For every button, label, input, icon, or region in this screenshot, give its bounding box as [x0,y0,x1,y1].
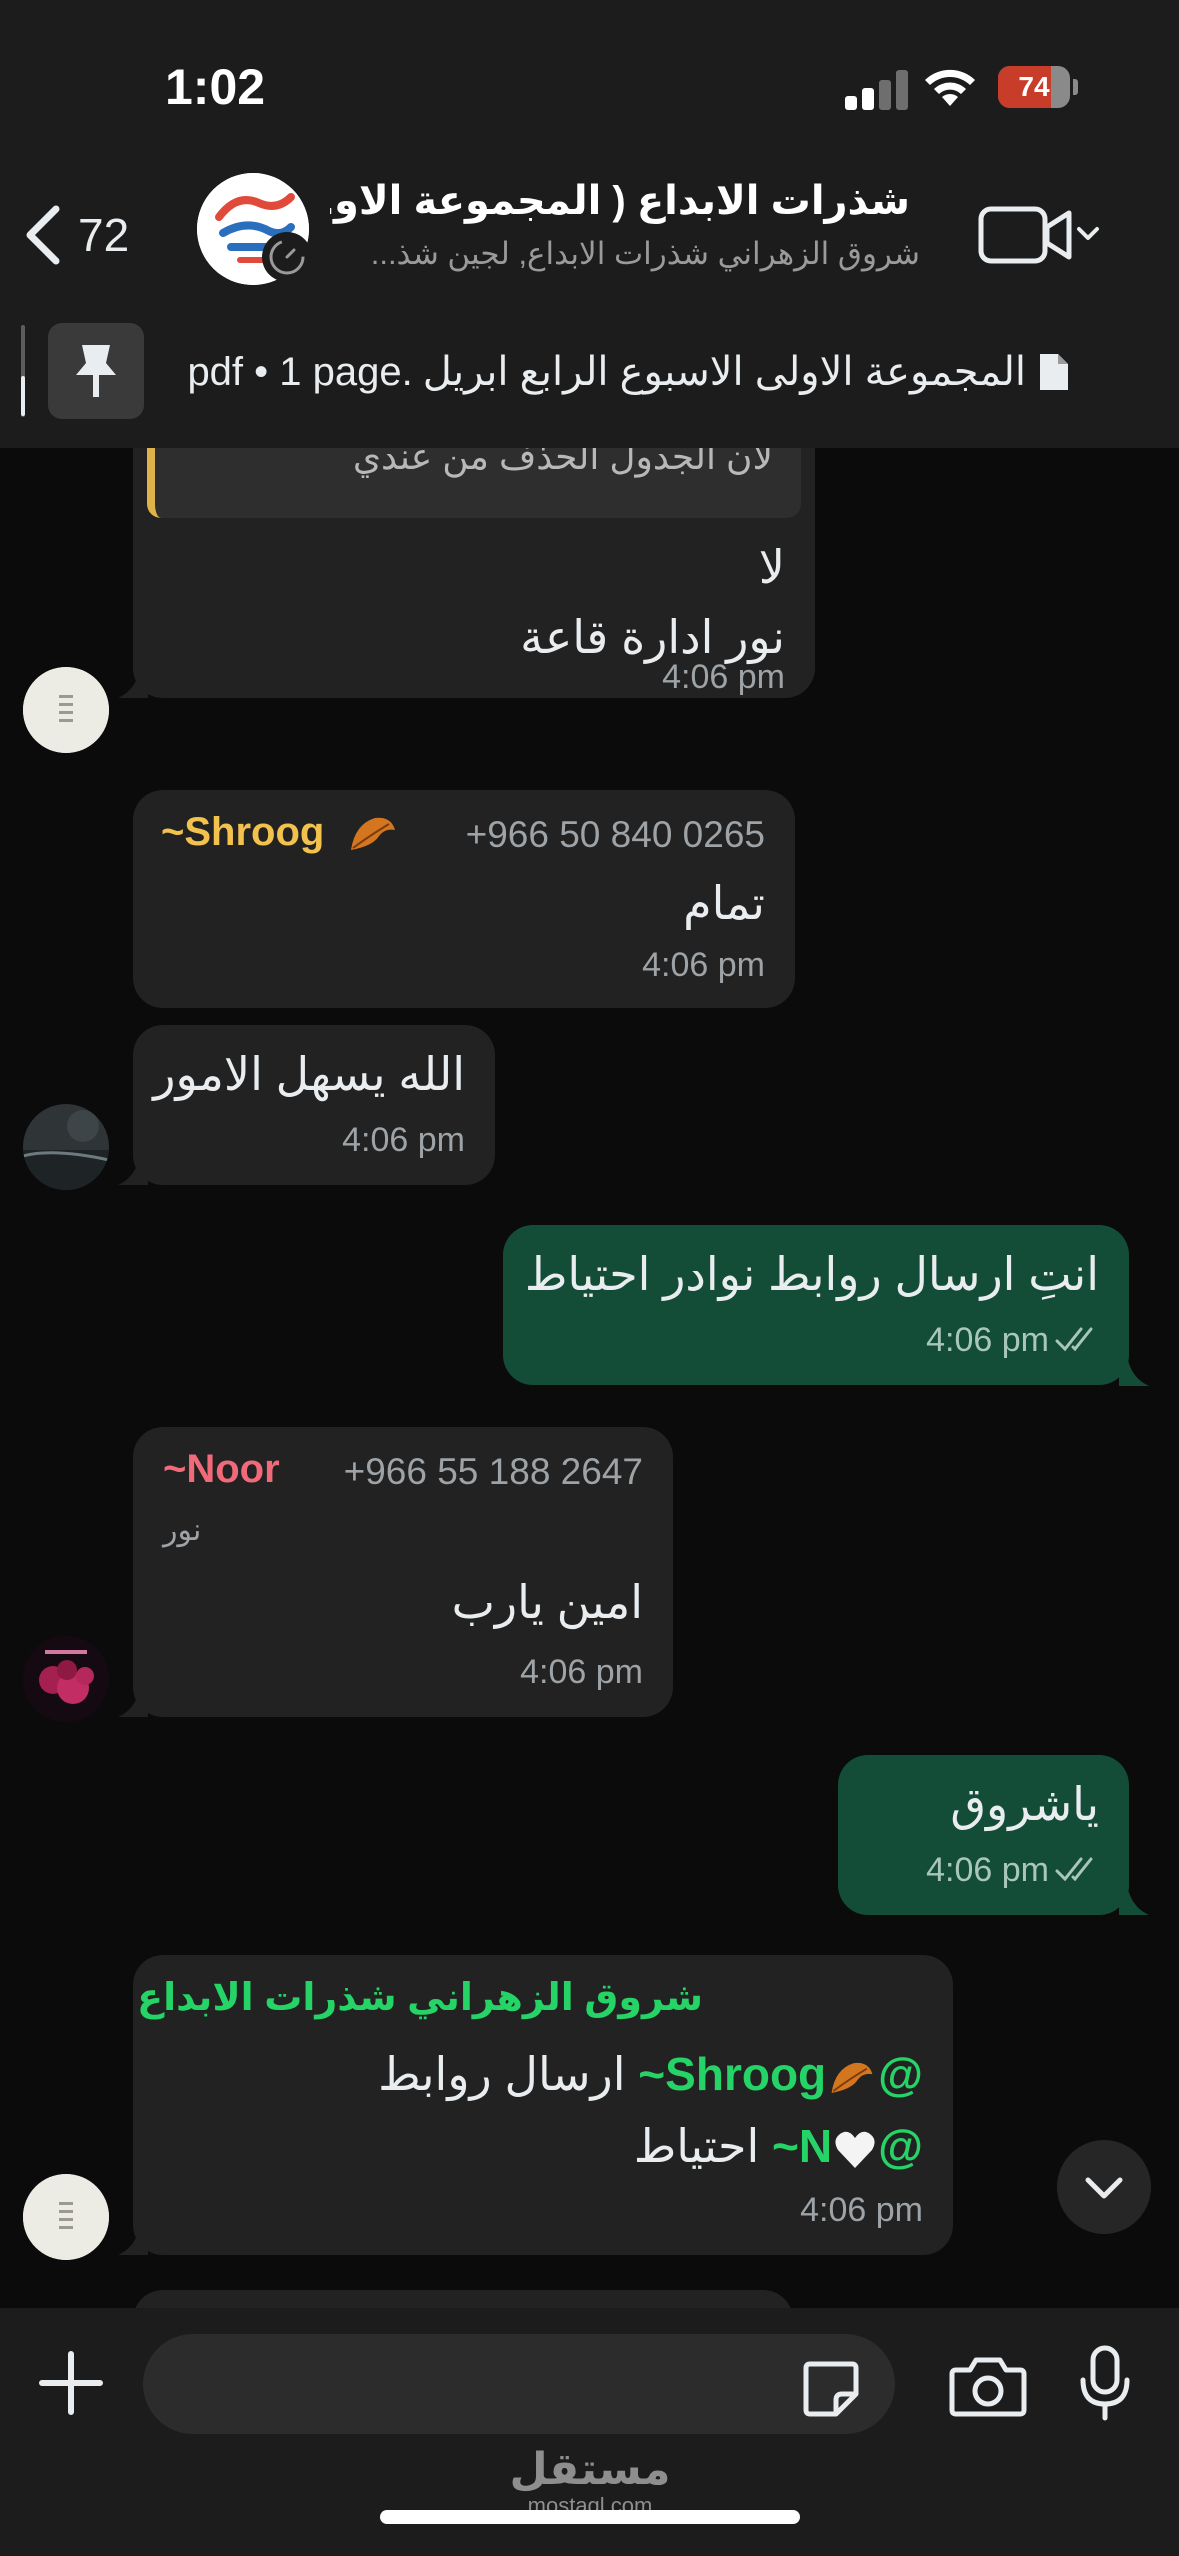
message-text: تمام [683,877,765,929]
watermark-arabic: مستقل [509,2445,671,2494]
chat-header: 72 شذرات الابداع ( المجموعة الاو... شروق… [0,170,1179,300]
document-icon [1040,354,1068,390]
message-time: 4:06 pm [342,1121,465,1159]
message-time: 4:06 pm [662,658,785,696]
avatar[interactable] [23,667,109,753]
message-text: احتياط [633,2120,760,2172]
read-receipt-icon [1055,1857,1093,1882]
quoted-reply[interactable]: لان الجدول الحذف من عندي [147,448,801,518]
message-bubble[interactable]: ~Shroog +966 50 840 0265 تمام 4:06 pm [133,790,795,1008]
avatar[interactable] [23,2174,109,2260]
chevron-left-icon [26,205,60,265]
message-time: 4:06 pm [800,2191,923,2229]
pin-icon[interactable] [48,323,144,419]
back-button[interactable]: 72 [20,195,180,275]
sender-name[interactable]: ~Shroog [161,810,324,854]
camera-button[interactable] [948,2350,1028,2420]
status-bar: 1:02 74 [0,0,1179,170]
message-input[interactable] [143,2334,895,2434]
sender-name[interactable]: ~Noor [163,1447,280,1492]
video-camera-icon [978,206,1099,264]
battery-level: 74 [1018,71,1050,102]
message-time: 4:06 pm [520,1653,643,1691]
read-receipt-icon [1055,1327,1093,1352]
wifi-icon [925,69,975,106]
voice-message-button[interactable] [1075,2344,1135,2424]
status-time: 1:02 [165,59,266,115]
sticker-icon [803,2361,859,2417]
home-indicator[interactable] [380,2510,800,2524]
message-time: 4:06 pm [926,1851,1049,1889]
autumn-leaf-icon [831,2062,873,2093]
avatar[interactable] [23,1104,109,1190]
message-text: انتِ ارسال روابط نوادر احتياط [524,1248,1099,1300]
pinned-message-bar[interactable]: المجموعة الاولى الاسبوع الرابع ابريل pdf… [0,300,1179,448]
camera-icon [949,2357,1027,2417]
message-text: امين يارب [451,1576,643,1628]
quoted-text: لان الجدول الحذف من عندي [352,448,773,477]
message-text: ارسال روابط [378,2048,626,2100]
chat-messages[interactable]: لان الجدول الحذف من عندي لا نور ادارة قا… [0,448,1179,2308]
message-bubble[interactable]: لان الجدول الحذف من عندي لا نور ادارة قا… [133,448,815,698]
mention-tag[interactable]: @ [878,2120,923,2172]
message-text: الله يسهل الامور [153,1048,465,1100]
sender-display-name: نور [163,1514,202,1547]
message-bubble-outgoing[interactable]: انتِ ارسال روابط نوادر احتياط 4:06 pm [503,1225,1129,1385]
disappearing-timer-icon [262,232,312,282]
message-text: لا [758,541,785,593]
message-text: نور ادارة قاعة [520,611,785,663]
sender-name[interactable]: شروق الزهراني شذرات الابداع [137,1975,703,2020]
unread-count: 72 [78,209,130,261]
scroll-to-bottom-button[interactable] [1057,2140,1151,2234]
message-bubble[interactable] [133,2290,793,2308]
message-bubble[interactable]: شروق الزهراني شذرات الابداع @ ~Shroog ارس… [133,1955,953,2255]
mention-shroog[interactable]: ~Shroog [638,2048,826,2100]
pinned-filename: المجموعة الاولى الاسبوع الرابع ابريل [422,350,1026,394]
pinned-file-info: pdf • 1 page. [187,349,413,394]
sender-phone[interactable]: +966 55 188 2647 [344,1451,643,1493]
sender-phone[interactable]: +966 50 840 0265 [466,814,765,856]
cellular-signal-icon [845,70,909,110]
video-call-button[interactable] [975,195,1105,275]
message-bubble-outgoing[interactable]: ياشروق 4:06 pm [838,1755,1129,1915]
message-text: ياشروق [950,1778,1099,1830]
chevron-down-icon [1085,2177,1123,2199]
group-members[interactable]: شروق الزهراني شذرات الابداع, لجين شذ... [330,236,920,272]
watermark-logo: مستقل mostaql.com [500,2446,680,2518]
message-time: 4:06 pm [642,946,765,984]
plus-icon [39,2351,103,2415]
pinned-document: المجموعة الاولى الاسبوع الرابع ابريل pdf… [180,342,1070,402]
sticker-button[interactable] [800,2358,862,2420]
group-title[interactable]: شذرات الابداع ( المجموعة الاو... [330,178,910,224]
message-bubble[interactable]: الله يسهل الامور 4:06 pm [133,1025,495,1185]
attach-button[interactable] [36,2348,106,2418]
message-time: 4:06 pm [926,1321,1049,1359]
mention-tag[interactable]: @ [878,2048,923,2100]
avatar[interactable] [23,1636,109,1722]
autumn-leaf-icon [351,818,396,851]
microphone-icon [1080,2345,1130,2421]
message-bubble[interactable]: ~Noor +966 55 188 2647 نور امين يارب 4:0… [133,1427,673,1717]
white-heart-icon [835,2131,875,2168]
mention-n[interactable]: ~N [772,2120,832,2172]
battery-icon: 74 [998,66,1078,108]
